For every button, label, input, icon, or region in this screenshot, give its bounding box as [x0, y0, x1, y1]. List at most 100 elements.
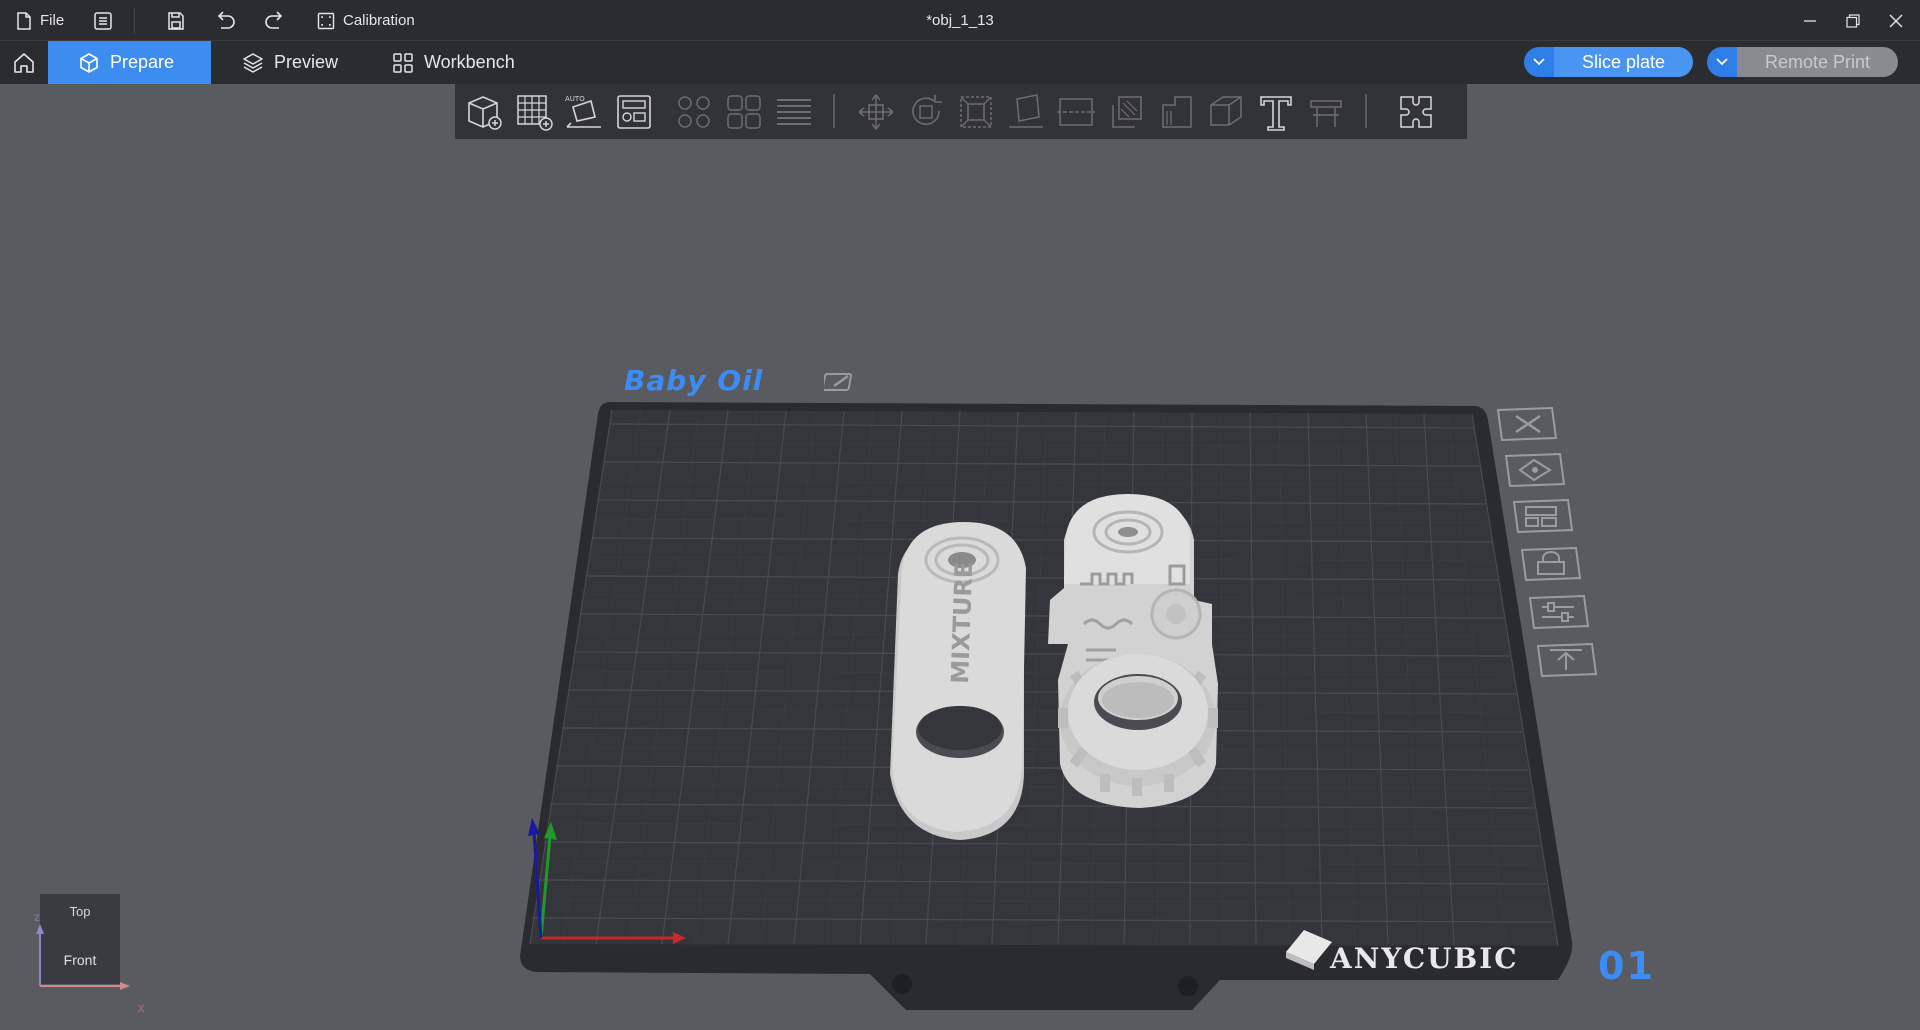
close-icon [1889, 14, 1903, 27]
add-plate-button[interactable] [511, 89, 557, 135]
minimize-icon [1804, 19, 1816, 22]
tab-preview[interactable]: Preview [212, 41, 368, 84]
tab-prepare[interactable]: Prepare [48, 41, 211, 84]
lock-plate-button[interactable] [1518, 546, 1582, 584]
plate-settings-button[interactable] [1526, 594, 1590, 632]
chevron-down-icon [1716, 58, 1728, 66]
home-button[interactable] [0, 41, 48, 84]
mmu-paint-icon [1210, 96, 1242, 126]
layers-table-icon [777, 99, 811, 125]
tab-label: Prepare [110, 52, 175, 72]
remote-dropdown-button[interactable] [1707, 47, 1737, 77]
measure-button[interactable] [1303, 89, 1349, 135]
remote-print-label: Remote Print [1737, 47, 1899, 77]
file-label: File [40, 12, 65, 29]
tab-workbench[interactable]: Workbench [362, 41, 545, 84]
restore-button[interactable] [1831, 0, 1875, 41]
file-icon [17, 11, 31, 30]
layers-table-button[interactable] [771, 89, 817, 135]
move-plate-icon [1536, 642, 1598, 678]
document-title: *obj_1_13 [926, 12, 994, 29]
undo-button[interactable] [214, 0, 236, 41]
lock-plate-icon [1520, 546, 1582, 582]
menu-button[interactable] [93, 0, 113, 41]
minimize-button[interactable] [1788, 0, 1832, 41]
orient-plate-icon [1504, 452, 1566, 488]
delete-plate-button[interactable] [1494, 406, 1558, 444]
plate-name-label[interactable]: Baby Oil [624, 364, 763, 397]
build-plate-scene: MIXTURE [520, 402, 1573, 1010]
brand: ANYCUBIC [1276, 942, 1519, 975]
seam-paint-button[interactable] [1153, 89, 1199, 135]
calibration-label: Calibration [343, 12, 415, 29]
calibration-icon [317, 12, 335, 29]
support-paint-icon [1112, 96, 1142, 128]
slice-plate-label: Slice plate [1554, 47, 1694, 77]
add-plate-icon [517, 95, 553, 131]
slice-plate-button[interactable]: Slice plate [1524, 47, 1694, 77]
redo-button[interactable] [264, 0, 286, 41]
main-toolbar: AUTO [455, 84, 1467, 139]
menu-icon [94, 11, 112, 30]
grid-icon [393, 52, 413, 73]
model-gear-assembly[interactable] [1048, 494, 1218, 808]
support-paint-button[interactable] [1103, 89, 1149, 135]
save-button[interactable] [166, 0, 186, 41]
add-object-icon [468, 96, 502, 130]
cut-button[interactable] [1053, 89, 1099, 135]
title-bar: File Calibration *obj_1_13 [0, 0, 1920, 41]
scale-button[interactable] [953, 89, 999, 135]
mmu-paint-button[interactable] [1203, 89, 1249, 135]
embossed-text: MIXTURE [946, 561, 978, 684]
arrange-button[interactable] [611, 89, 657, 135]
split-parts-icon [727, 95, 761, 129]
tab-bar: Prepare Preview Workbench Slice plate Re… [0, 41, 1920, 84]
move-button[interactable] [853, 89, 899, 135]
split-objects-icon [678, 96, 710, 128]
scale-icon [960, 96, 992, 128]
measure-icon [1310, 100, 1342, 127]
split-parts-button[interactable] [721, 89, 767, 135]
auto-orient-button[interactable]: AUTO [561, 89, 607, 135]
delete-plate-icon [1496, 406, 1558, 442]
calibration-menu[interactable]: Calibration [317, 0, 415, 41]
add-object-button[interactable] [461, 89, 507, 135]
toolbar-divider [1365, 94, 1367, 128]
assembly-icon [1400, 96, 1432, 128]
move-plate-button[interactable] [1534, 642, 1598, 680]
rotate-button[interactable] [903, 89, 949, 135]
file-menu[interactable]: File [16, 0, 64, 41]
redo-icon [265, 10, 283, 29]
home-icon [14, 52, 34, 73]
3d-viewport[interactable]: MIXTURE Baby Oil ANYCUBIC 01 Top Front z… [0, 84, 1920, 1030]
plate-settings-icon [1528, 594, 1590, 630]
divider [134, 8, 135, 34]
split-objects-button[interactable] [671, 89, 717, 135]
remote-print-button[interactable]: Remote Print [1707, 47, 1899, 77]
close-button[interactable] [1874, 0, 1918, 41]
svg-text:AUTO: AUTO [565, 95, 585, 103]
build-plate [520, 402, 1573, 1010]
layers-icon [243, 52, 263, 73]
model-keychain-tag[interactable]: MIXTURE [890, 522, 1026, 840]
edit-icon [821, 373, 852, 391]
move-icon [858, 94, 894, 130]
lay-on-face-button[interactable] [1003, 89, 1049, 135]
tab-label: Preview [274, 52, 339, 72]
edit-plate-name-button[interactable] [821, 370, 856, 397]
arrange-icon [617, 95, 651, 129]
arrange-plate-icon [1512, 498, 1574, 534]
tab-label: Workbench [424, 52, 515, 72]
text-button[interactable] [1253, 89, 1299, 135]
arrange-plate-button[interactable] [1510, 498, 1574, 536]
rotate-icon [912, 95, 942, 126]
assembly-button[interactable] [1393, 89, 1439, 135]
text-icon [1260, 96, 1292, 131]
plate-number: 01 [1598, 944, 1655, 988]
slice-dropdown-button[interactable] [1524, 47, 1554, 77]
auto-orient-icon: AUTO [565, 95, 601, 128]
orient-plate-button[interactable] [1502, 452, 1566, 490]
save-icon [168, 11, 184, 30]
z-axis-label: z [34, 910, 40, 924]
chevron-down-icon [1533, 58, 1545, 66]
